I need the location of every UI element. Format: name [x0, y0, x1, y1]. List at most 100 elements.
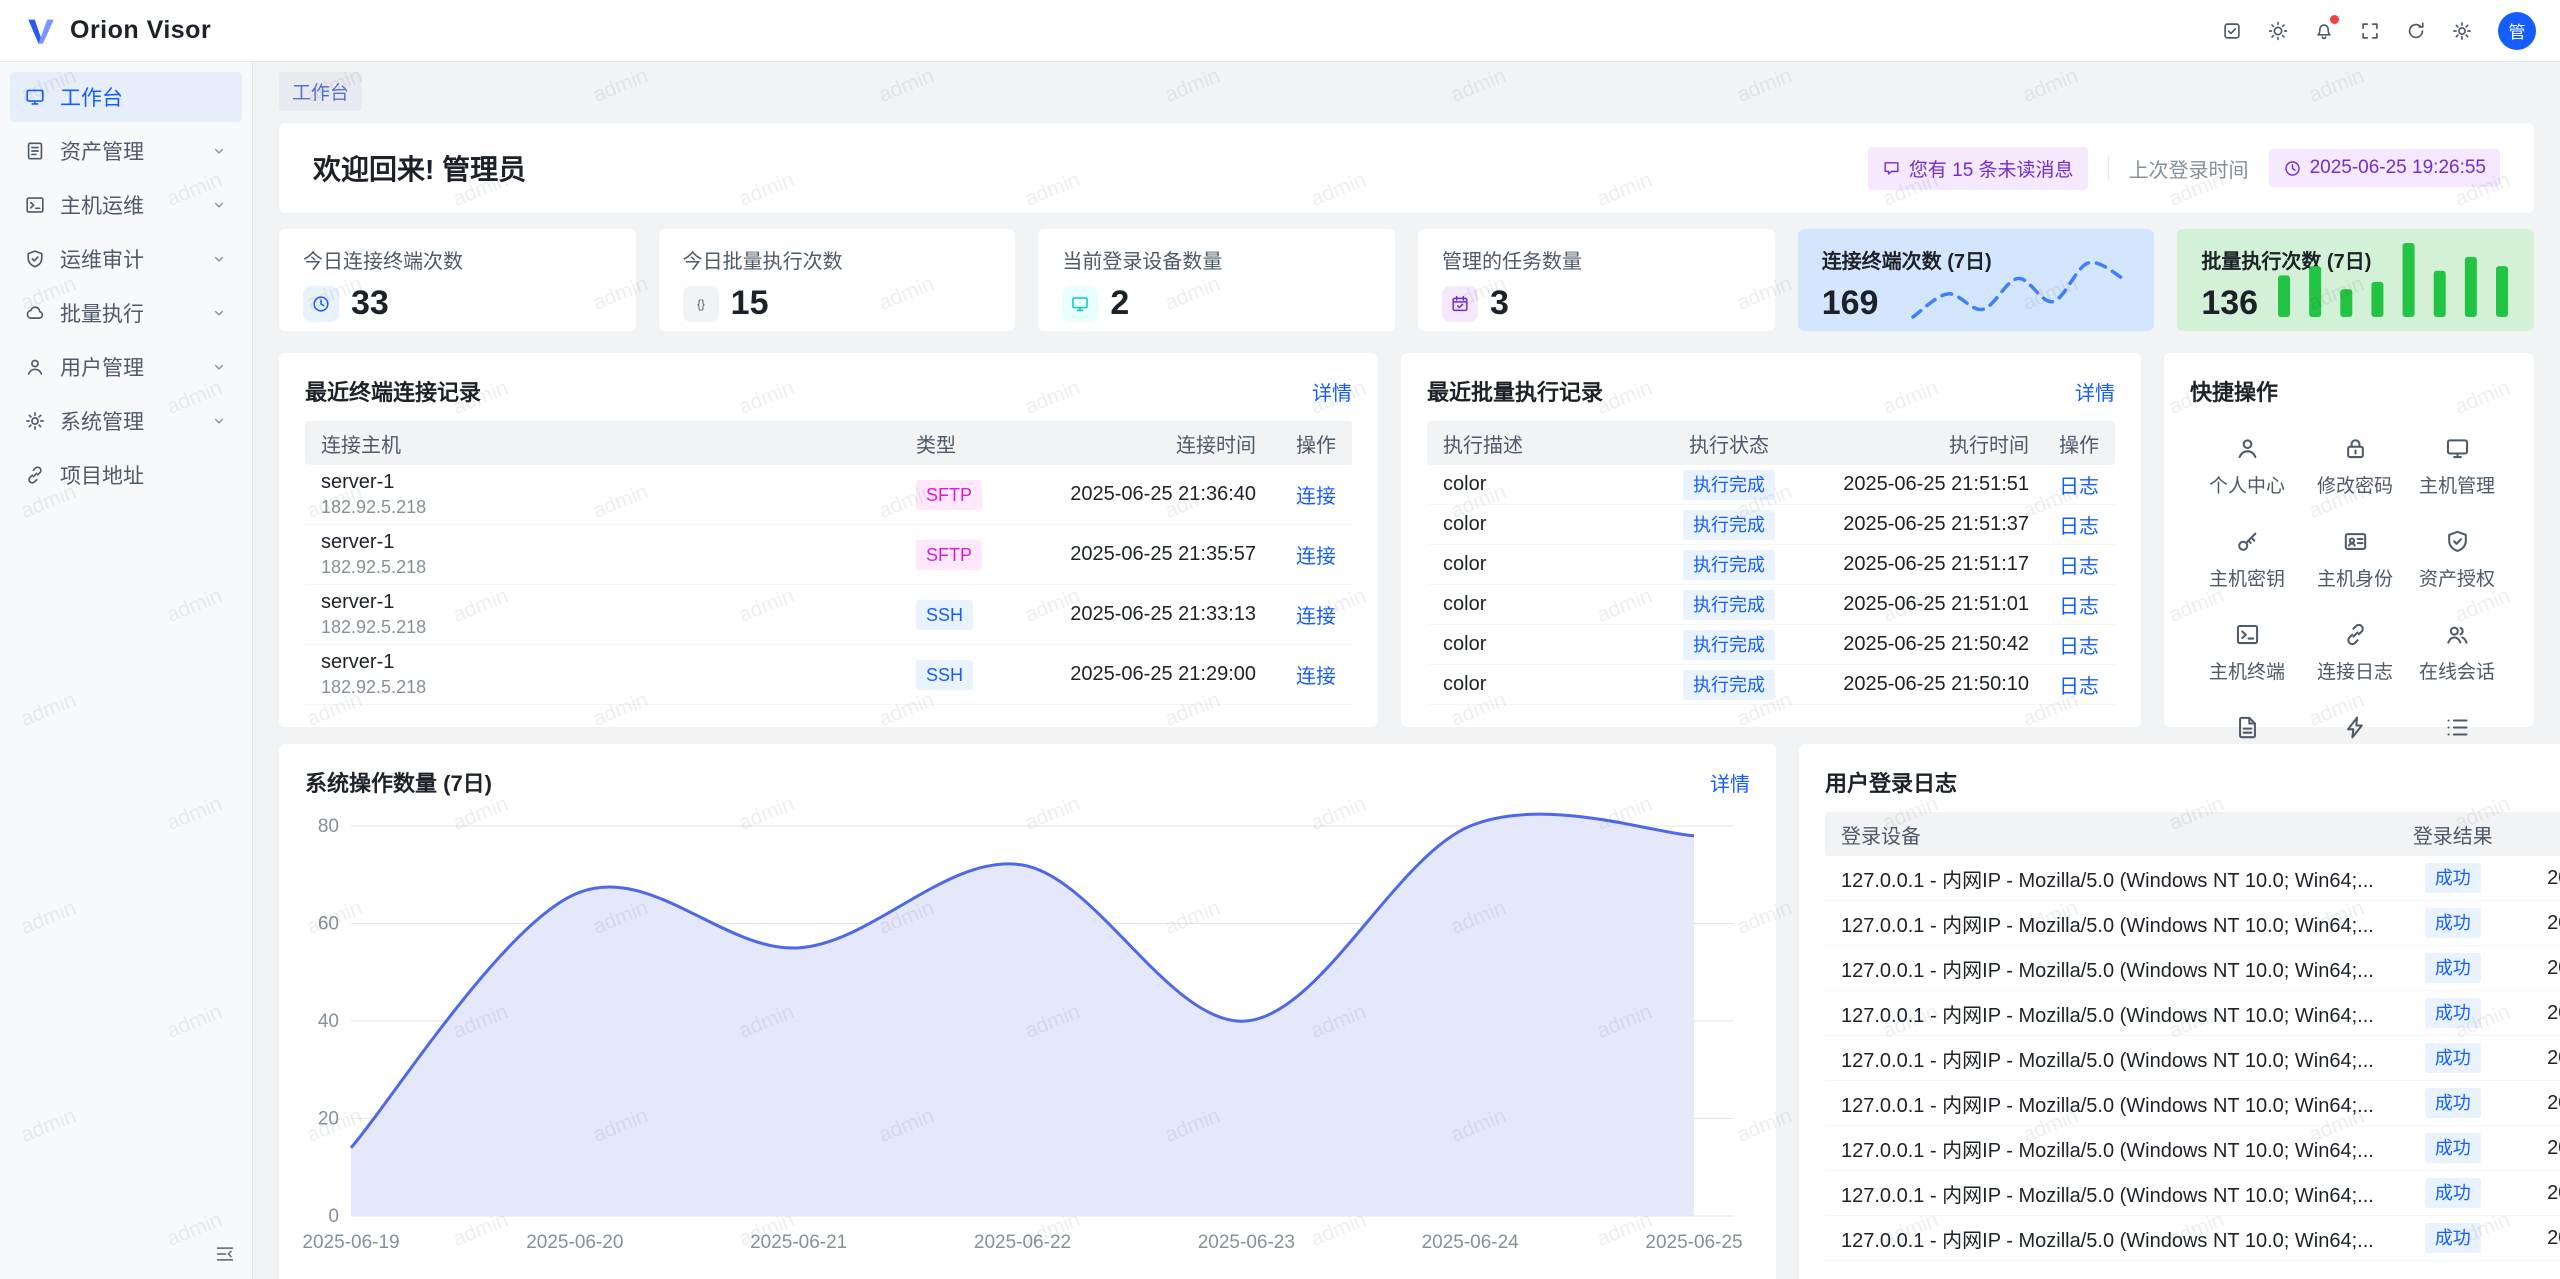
- login-result-tag: 成功: [2425, 1133, 2481, 1163]
- quick-action[interactable]: 主机管理: [2406, 435, 2508, 498]
- login-device: 127.0.0.1 - 内网IP - Mozilla/5.0 (Windows …: [1841, 1044, 2388, 1073]
- connect-link[interactable]: 连接: [1296, 546, 1336, 568]
- sparkline-chart: [1908, 255, 2128, 325]
- fullscreen-icon: [2359, 20, 2381, 42]
- log-link[interactable]: 日志: [2059, 636, 2099, 658]
- login-result-tag: 成功: [2425, 1088, 2481, 1118]
- column-header: 执行状态: [1649, 429, 1809, 458]
- login-time: 2025-03-22 01:01:31: [2518, 1137, 2560, 1160]
- connect-link[interactable]: 连接: [1296, 666, 1336, 688]
- system-ops-detail-link[interactable]: 详情: [1710, 768, 1750, 797]
- login-device: 127.0.0.1 - 内网IP - Mozilla/5.0 (Windows …: [1841, 864, 2388, 893]
- link-icon: [24, 464, 46, 486]
- stat-label: 今日连接终端次数: [303, 245, 612, 274]
- log-link[interactable]: 日志: [2059, 556, 2099, 578]
- connect-link[interactable]: 连接: [1296, 486, 1336, 508]
- table-row: server-1 182.92.5.218 SSH 2025-06-25 21:…: [305, 585, 1352, 645]
- svg-text:2025-06-22: 2025-06-22: [974, 1232, 1071, 1253]
- log-link[interactable]: 日志: [2059, 476, 2099, 498]
- log-link[interactable]: 日志: [2059, 676, 2099, 698]
- sidebar-item-label: 项目地址: [60, 460, 196, 490]
- notifications-button[interactable]: [2304, 11, 2344, 51]
- refresh-button[interactable]: [2396, 11, 2436, 51]
- unread-messages-badge[interactable]: 您有 15 条未读消息: [1868, 147, 2088, 190]
- stat-label: 今日批量执行次数: [683, 245, 992, 274]
- login-device: 127.0.0.1 - 内网IP - Mozilla/5.0 (Windows …: [1841, 954, 2388, 983]
- sidebar-item[interactable]: 工作台: [10, 72, 242, 122]
- card-title: 用户登录日志: [1825, 766, 1957, 798]
- last-login-label: 上次登录时间: [2129, 154, 2249, 183]
- log-link[interactable]: 日志: [2059, 516, 2099, 538]
- app-title: Orion Visor: [70, 16, 211, 45]
- todo-check-button[interactable]: [2212, 11, 2252, 51]
- sidebar-item[interactable]: 系统管理: [10, 396, 242, 446]
- login-result-tag: 成功: [2425, 863, 2481, 893]
- logo-icon: [24, 14, 58, 48]
- sidebar-item[interactable]: 主机运维: [10, 180, 242, 230]
- quick-action[interactable]: 主机密钥: [2190, 528, 2304, 591]
- svg-text:2025-06-23: 2025-06-23: [1198, 1232, 1295, 1253]
- connect-link[interactable]: 连接: [1296, 606, 1336, 628]
- settings-button[interactable]: [2442, 11, 2482, 51]
- login-result-tag: 成功: [2425, 953, 2481, 983]
- quick-action[interactable]: 修改密码: [2304, 435, 2406, 498]
- last-login-time-chip: 2025-06-25 19:26:55: [2269, 149, 2500, 187]
- cloud-icon: [24, 302, 46, 324]
- user-avatar[interactable]: 管: [2498, 12, 2536, 50]
- table-row: 127.0.0.1 - 内网IP - Mozilla/5.0 (Windows …: [1825, 991, 2560, 1036]
- sidebar-item-label: 工作台: [60, 82, 196, 112]
- column-header: 连接主机: [321, 429, 916, 458]
- svg-text:80: 80: [318, 816, 339, 837]
- quick-action[interactable]: 在线会话: [2406, 621, 2508, 684]
- terminal-records-detail-link[interactable]: 详情: [1312, 377, 1352, 406]
- sidebar-item[interactable]: 运维审计: [10, 234, 242, 284]
- exec-time: 2025-06-25 21:51:17: [1809, 553, 2029, 576]
- svg-text:0: 0: [328, 1206, 339, 1227]
- breadcrumb-item-workbench[interactable]: 工作台: [279, 72, 362, 111]
- sidebar-item-label: 主机运维: [60, 190, 196, 220]
- sidebar-item[interactable]: 用户管理: [10, 342, 242, 392]
- braces-icon: {}: [683, 286, 719, 322]
- svg-text:2025-06-20: 2025-06-20: [526, 1232, 623, 1253]
- sidebar-item[interactable]: 资产管理: [10, 126, 242, 176]
- table-row: color 执行完成 2025-06-25 21:50:42 日志: [1427, 625, 2115, 665]
- table-header: 登录设备 登录结果 登录时间: [1825, 812, 2560, 856]
- exec-description: color: [1443, 513, 1649, 536]
- quick-action[interactable]: 连接日志: [2304, 621, 2406, 684]
- exec-time: 2025-06-25 21:51:01: [1809, 593, 2029, 616]
- quick-action[interactable]: 资产授权: [2406, 528, 2508, 591]
- sidebar-item[interactable]: 批量执行: [10, 288, 242, 338]
- column-header: 操作: [2029, 429, 2099, 458]
- exec-description: color: [1443, 593, 1649, 616]
- quick-action-label: 主机密钥: [2209, 564, 2285, 591]
- quick-action[interactable]: 主机身份: [2304, 528, 2406, 591]
- sidebar-item[interactable]: 项目地址: [10, 450, 242, 500]
- column-header: 执行描述: [1443, 429, 1649, 458]
- card-title: 快捷操作: [2190, 375, 2278, 407]
- svg-text:60: 60: [318, 914, 339, 935]
- collapse-sidebar-button[interactable]: [214, 1243, 236, 1265]
- desktop-icon: [1062, 286, 1098, 322]
- notification-dot: [2330, 15, 2339, 24]
- shield-check-icon: [24, 248, 46, 270]
- table-row: server-1 182.92.5.218 SSH 2025-06-25 21:…: [305, 645, 1352, 705]
- sidebar-item-label: 系统管理: [60, 406, 196, 436]
- chevron-down-icon: [210, 142, 228, 160]
- batch-records-detail-link[interactable]: 详情: [2075, 377, 2115, 406]
- stat-value: 33: [351, 284, 389, 323]
- fullscreen-button[interactable]: [2350, 11, 2390, 51]
- quick-action[interactable]: 主机终端: [2190, 621, 2304, 684]
- gear-icon: [2451, 20, 2473, 42]
- quick-action-label: 连接日志: [2317, 657, 2393, 684]
- theme-toggle-button[interactable]: [2258, 11, 2298, 51]
- log-link[interactable]: 日志: [2059, 596, 2099, 618]
- quick-action[interactable]: 个人中心: [2190, 435, 2304, 498]
- table-row: 127.0.0.1 - 内网IP - Mozilla/5.0 (Windows …: [1825, 1081, 2560, 1126]
- login-time: 2025-06-25 19:26:55: [2518, 867, 2560, 890]
- stat-value: 2: [1110, 284, 1129, 323]
- chevron-down-icon: [210, 358, 228, 376]
- clock-icon: [303, 286, 339, 322]
- bottom-row: 系统操作数量 (7日) 详情 0204060802025-06-192025-0…: [279, 744, 2534, 1279]
- table-row: 127.0.0.1 - 内网IP - Mozilla/5.0 (Windows …: [1825, 1216, 2560, 1261]
- exec-description: color: [1443, 633, 1649, 656]
